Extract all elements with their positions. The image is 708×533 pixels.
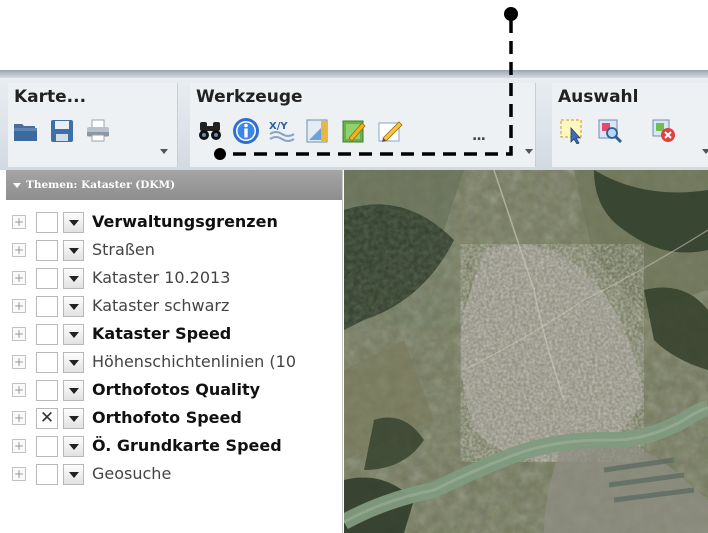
expand-layer-button[interactable]: + (12, 327, 26, 341)
clear-selection-icon (651, 118, 677, 144)
layer-label[interactable]: Straßen (92, 240, 155, 259)
open-map-button[interactable] (12, 117, 40, 145)
measure-tool-button[interactable] (304, 117, 332, 145)
info-tool-button[interactable] (232, 117, 260, 145)
layer-row: + Orthofotos Quality (6, 376, 343, 404)
layer-panel-header[interactable]: Themen: Kataster (DKM) (6, 170, 342, 200)
layer-options-dropdown[interactable] (63, 408, 84, 429)
layer-options-dropdown[interactable] (63, 296, 84, 317)
edit-icon (341, 118, 367, 144)
auswahl-more-dropdown[interactable] (702, 149, 708, 154)
binoculars-icon (198, 119, 222, 143)
callout-dot-top (504, 7, 518, 21)
save-icon (50, 119, 74, 143)
group-title-auswahl: Auswahl (558, 87, 639, 107)
expand-layer-button[interactable]: + (12, 383, 26, 397)
group-title-karte: Karte... (14, 87, 87, 107)
layer-label[interactable]: Kataster schwarz (92, 296, 229, 315)
svg-text:X/Y: X/Y (269, 121, 288, 132)
expand-layer-button[interactable]: + (12, 243, 26, 257)
layer-list: + Verwaltungsgrenzen + Straßen + Kataster 10.… (6, 208, 343, 488)
collapse-icon (13, 182, 21, 188)
ribbon-toolbar: Karte... Werkzeuge X/Y ... Auswahl (0, 78, 708, 170)
print-map-button[interactable] (84, 117, 112, 145)
expand-layer-button[interactable]: + (12, 355, 26, 369)
expand-layer-button[interactable]: + (12, 467, 26, 481)
search-tool-button[interactable] (196, 117, 224, 145)
werkzeuge-more-dropdown[interactable] (525, 149, 533, 154)
toolbar-group-karte: Karte... (8, 83, 178, 167)
select-icon (559, 118, 585, 144)
layer-row: + Ö. Grundkarte Speed (6, 432, 343, 460)
layer-options-dropdown[interactable] (63, 436, 84, 457)
layer-options-dropdown[interactable] (63, 464, 84, 485)
layer-options-dropdown[interactable] (63, 212, 84, 233)
layer-visibility-checkbox[interactable] (36, 268, 58, 289)
layer-label[interactable]: Verwaltungsgrenzen (92, 212, 278, 231)
toolbar-top-border (0, 70, 708, 78)
more-tools-button[interactable]: ... (472, 128, 486, 144)
layer-visibility-checkbox[interactable] (36, 240, 58, 261)
layer-panel: Themen: Kataster (DKM) + Verwaltungsgrenz… (6, 170, 343, 533)
layer-label[interactable]: Orthofoto Speed (92, 408, 242, 427)
expand-layer-button[interactable]: + (12, 299, 26, 313)
save-map-button[interactable] (48, 117, 76, 145)
map-view[interactable] (344, 170, 708, 533)
measure-icon (305, 118, 331, 144)
coordinates-tool-button[interactable]: X/Y (268, 117, 296, 145)
draw-tool-button[interactable] (376, 117, 404, 145)
layer-label[interactable]: Kataster Speed (92, 324, 231, 343)
folder-icon (13, 120, 39, 142)
layer-row: + Kataster schwarz (6, 292, 343, 320)
layer-visibility-checkbox[interactable] (36, 436, 58, 457)
toolbar-group-werkzeuge: Werkzeuge X/Y ... (190, 83, 536, 167)
expand-layer-button[interactable]: + (12, 271, 26, 285)
edit-tool-button[interactable] (340, 117, 368, 145)
layer-label[interactable]: Geosuche (92, 464, 171, 483)
karte-more-dropdown[interactable] (160, 149, 168, 154)
layer-visibility-checkbox[interactable] (36, 464, 58, 485)
layer-row: + Straßen (6, 236, 343, 264)
layer-visibility-checkbox[interactable] (36, 324, 58, 345)
layer-row: + ✕ Orthofoto Speed (6, 404, 343, 432)
layer-options-dropdown[interactable] (63, 380, 84, 401)
layer-label[interactable]: Kataster 10.2013 (92, 268, 230, 287)
layer-visibility-checkbox[interactable] (36, 212, 58, 233)
aerial-orthophoto (344, 170, 708, 533)
layer-visibility-checkbox[interactable]: ✕ (36, 408, 58, 429)
layer-label[interactable]: Ö. Grundkarte Speed (92, 436, 282, 455)
layer-row: + Höhenschichtenlinien (10 (6, 348, 343, 376)
layer-visibility-checkbox[interactable] (36, 296, 58, 317)
layer-row: + Kataster 10.2013 (6, 264, 343, 292)
expand-layer-button[interactable]: + (12, 411, 26, 425)
draw-icon (377, 118, 403, 144)
layer-row: + Kataster Speed (6, 320, 343, 348)
coordinates-icon: X/Y (268, 118, 296, 144)
layer-label[interactable]: Höhenschichtenlinien (10 (92, 352, 296, 371)
clear-selection-tool-button[interactable] (650, 117, 678, 145)
select-tool-button[interactable] (558, 117, 586, 145)
select-zoom-icon (597, 118, 623, 144)
select-zoom-tool-button[interactable] (596, 117, 624, 145)
layer-row: + Geosuche (6, 460, 343, 488)
layer-options-dropdown[interactable] (63, 352, 84, 373)
layer-options-dropdown[interactable] (63, 324, 84, 345)
layer-panel-title: Themen: Kataster (DKM) (26, 179, 176, 191)
layer-options-dropdown[interactable] (63, 268, 84, 289)
print-icon (85, 119, 111, 143)
layer-row: + Verwaltungsgrenzen (6, 208, 343, 236)
expand-layer-button[interactable]: + (12, 215, 26, 229)
layer-visibility-checkbox[interactable] (36, 380, 58, 401)
group-title-werkzeuge: Werkzeuge (196, 87, 303, 107)
expand-layer-button[interactable]: + (12, 439, 26, 453)
info-icon (232, 117, 260, 145)
layer-options-dropdown[interactable] (63, 240, 84, 261)
toolbar-group-auswahl: Auswahl (552, 83, 708, 167)
layer-label[interactable]: Orthofotos Quality (92, 380, 260, 399)
layer-visibility-checkbox[interactable] (36, 352, 58, 373)
